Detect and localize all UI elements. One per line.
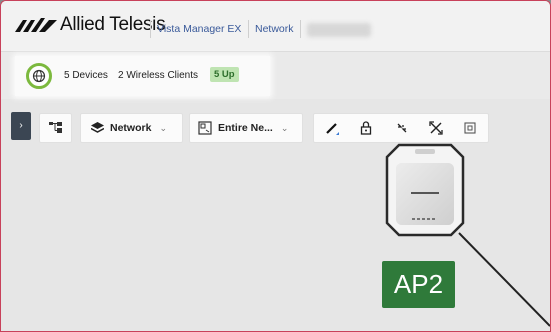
- app-window: Allied Telesis Vista Manager EX Network …: [0, 0, 551, 332]
- ap-node-label: AP2: [382, 261, 455, 308]
- link-line: [458, 232, 550, 327]
- access-point-icon[interactable]: [385, 143, 465, 237]
- topology-links: [458, 232, 550, 327]
